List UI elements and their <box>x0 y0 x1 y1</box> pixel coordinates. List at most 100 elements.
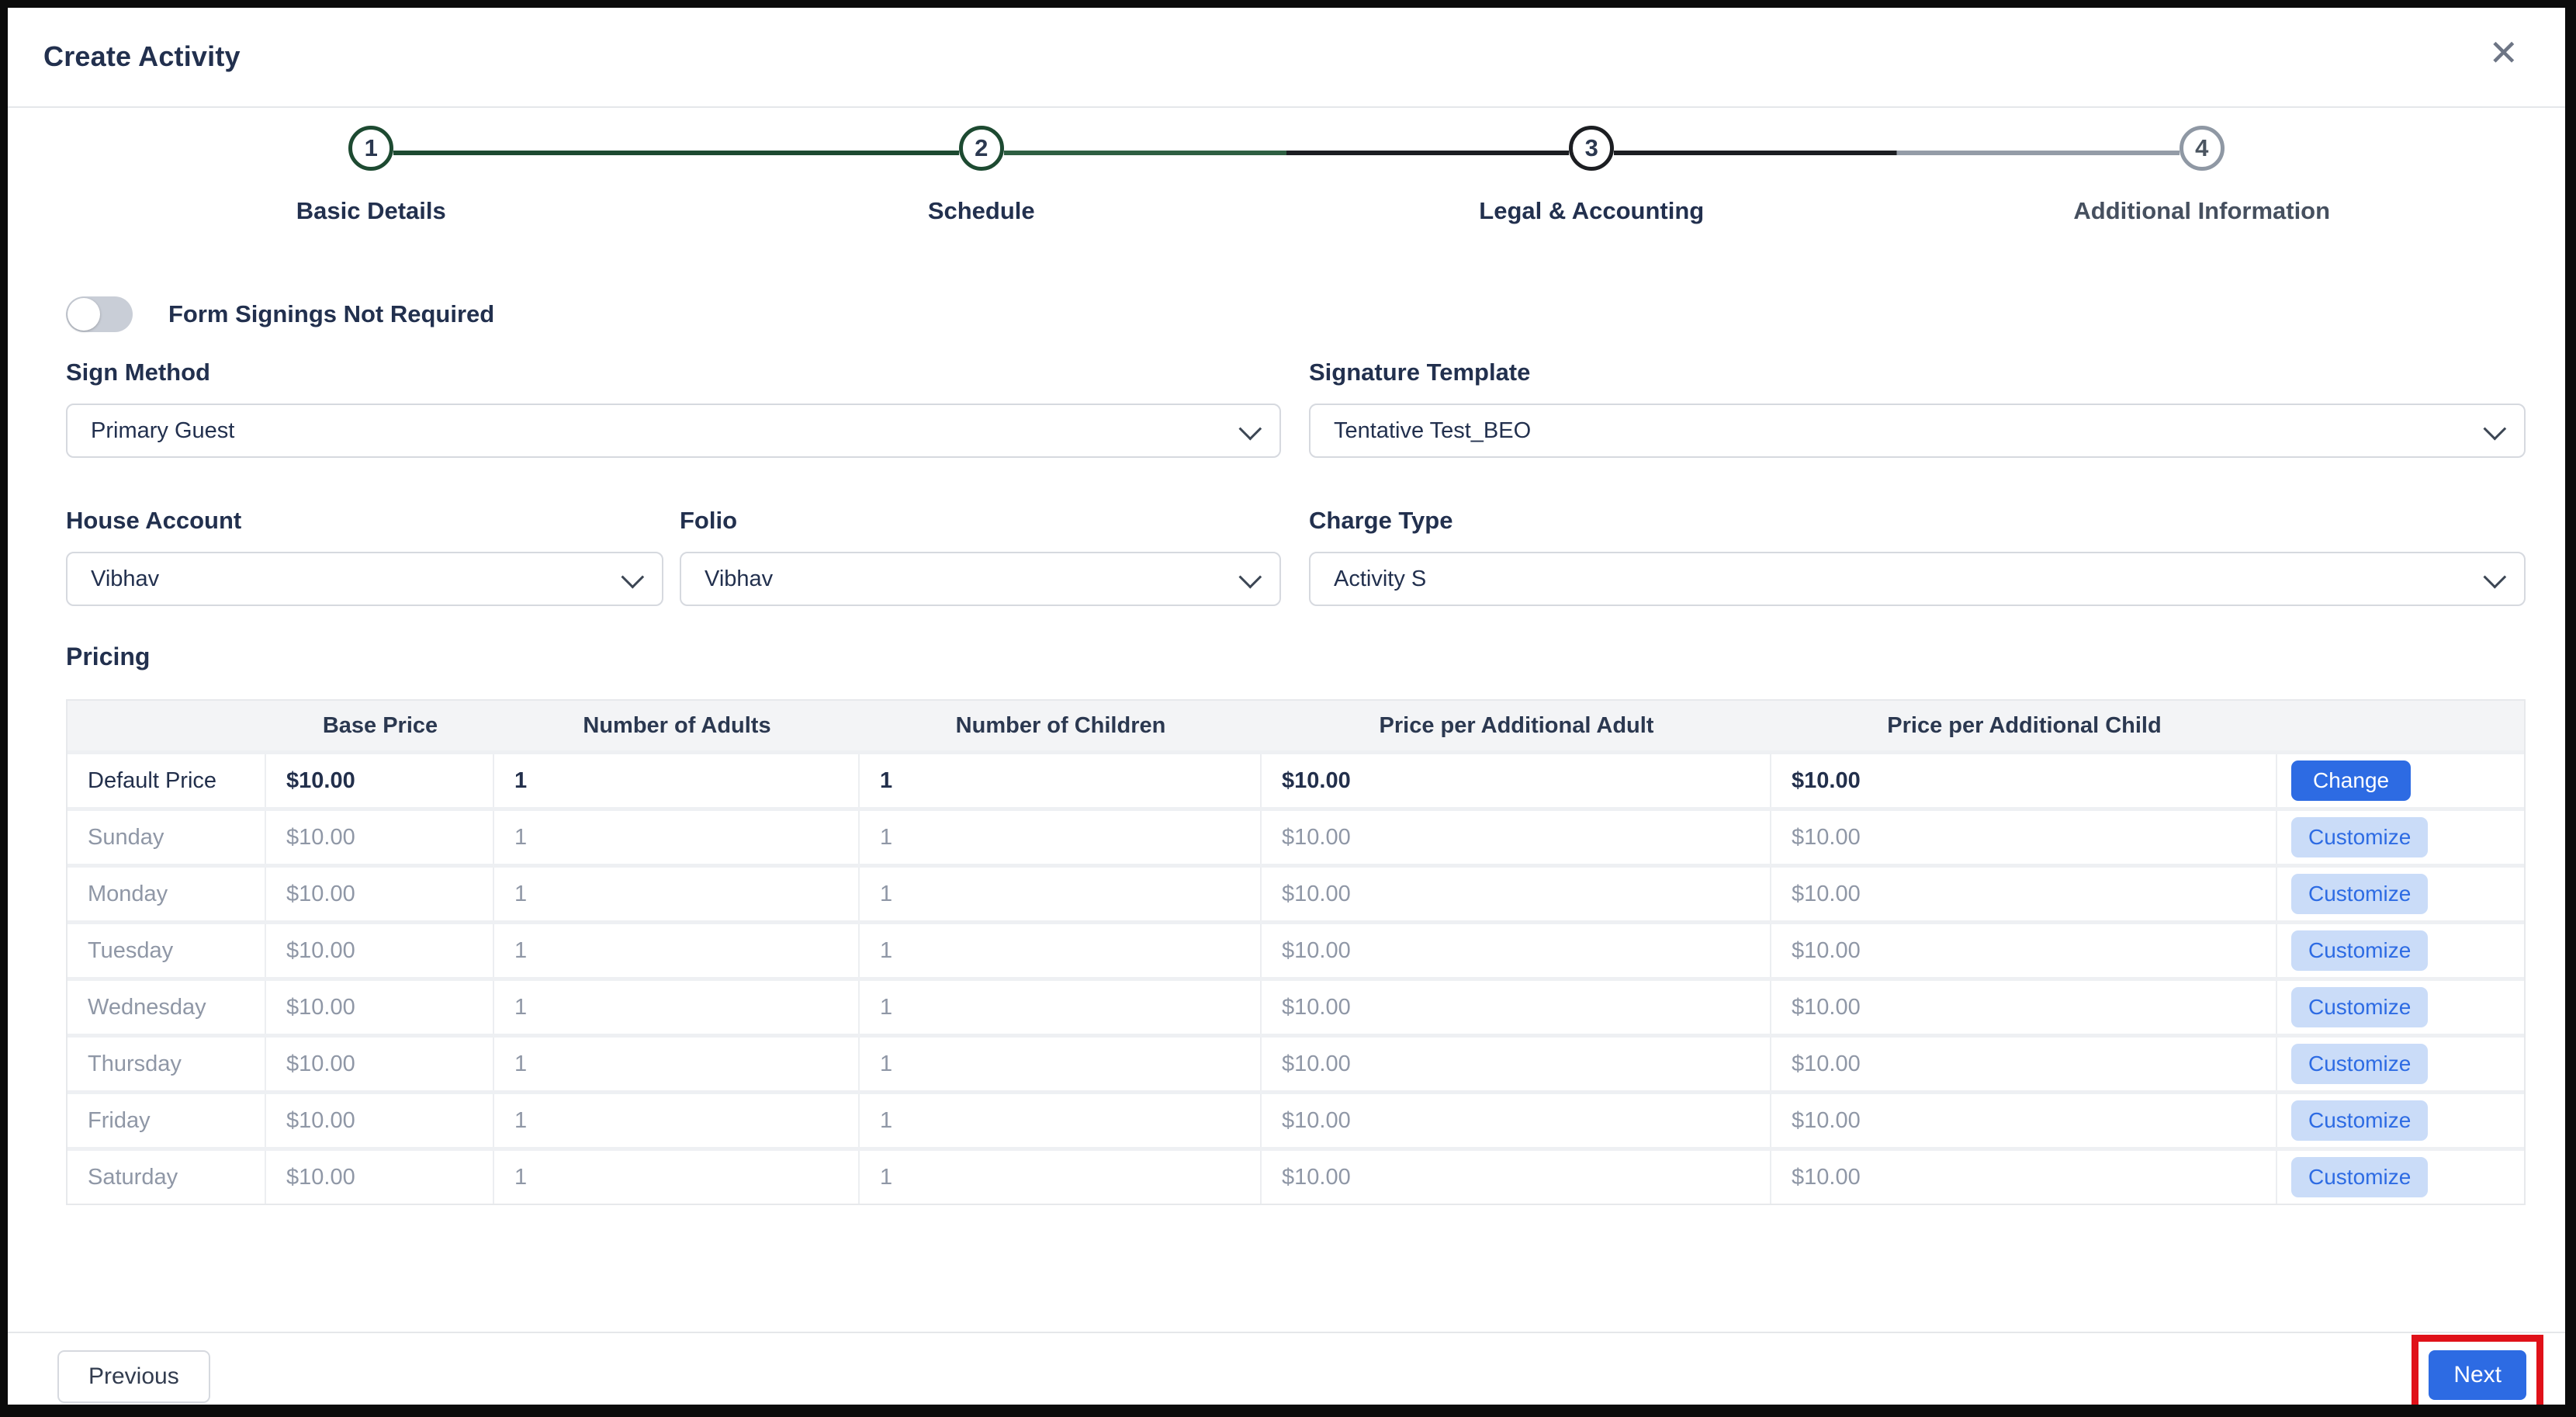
modal-header: Create Activity ✕ <box>8 8 2565 105</box>
pricing-table-body: Default Price $10.00 1 1 $10.00 $10.00 Change S… <box>68 754 2524 1204</box>
row-label: Tuesday <box>68 924 266 977</box>
charge-type-value: Activity S <box>1334 566 1427 591</box>
next-button-highlight-annotation: Next <box>2412 1335 2543 1405</box>
row-value: $10.00 <box>1262 1151 1771 1204</box>
stepper-connector-2 <box>1003 151 1570 155</box>
row-value: $10.00 <box>266 1151 494 1204</box>
row-value: $10.00 <box>266 1094 494 1147</box>
close-icon[interactable]: ✕ <box>2484 34 2523 71</box>
customize-button[interactable]: Customize <box>2291 1100 2429 1141</box>
row-value: 1 <box>860 1038 1262 1090</box>
table-row: Default Price $10.00 1 1 $10.00 $10.00 Change <box>68 754 2524 807</box>
column-header <box>68 701 266 750</box>
row-action-cell: Customize <box>2277 1151 2524 1204</box>
row-value: 1 <box>494 811 860 864</box>
row-value: $10.00 <box>1262 1038 1771 1090</box>
row-label: Monday <box>68 868 266 920</box>
row-value: $10.00 <box>266 811 494 864</box>
row-action-cell: Customize <box>2277 981 2524 1034</box>
table-row: Wednesday $10.00 1 1 $10.00 $10.00 Customize <box>68 981 2524 1034</box>
row-value: 1 <box>494 1094 860 1147</box>
row-value: $10.00 <box>1262 981 1771 1034</box>
folio-value: Vibhav <box>705 566 774 591</box>
charge-type-label: Charge Type <box>1309 507 1453 534</box>
row-value: 1 <box>860 1094 1262 1147</box>
row-value: 1 <box>860 981 1262 1034</box>
column-header-base-price: Base Price <box>322 712 438 738</box>
create-activity-modal: Create Activity ✕ 1 2 3 4 Basic Details … <box>0 0 2576 1417</box>
row-value: $10.00 <box>266 1038 494 1090</box>
step-circle-additional-information[interactable]: 4 <box>2179 126 2225 171</box>
row-value: $10.00 <box>1262 811 1771 864</box>
signature-template-select[interactable]: Tentative Test_BEO <box>1309 404 2526 458</box>
table-row: Friday $10.00 1 1 $10.00 $10.00 Customize <box>68 1094 2524 1147</box>
row-value: $10.00 <box>1771 868 2277 920</box>
row-action-cell: Customize <box>2277 868 2524 920</box>
row-value: $10.00 <box>1771 981 2277 1034</box>
row-value: $10.00 <box>1771 754 2277 807</box>
row-value: $10.00 <box>1771 1038 2277 1090</box>
row-value: 1 <box>860 924 1262 977</box>
row-value: 1 <box>860 868 1262 920</box>
row-value: 1 <box>860 811 1262 864</box>
form-signings-toggle-label: Form Signings Not Required <box>168 300 495 327</box>
row-value: $10.00 <box>1771 1094 2277 1147</box>
step-circle-schedule[interactable]: 2 <box>958 126 1004 171</box>
signature-template-label: Signature Template <box>1309 359 1531 386</box>
sign-method-select[interactable]: Primary Guest <box>66 404 1281 458</box>
pricing-table: Base Price Number of Adults Number of Ch… <box>66 699 2526 1205</box>
row-action-cell: Customize <box>2277 811 2524 864</box>
step-circle-basic-details[interactable]: 1 <box>348 126 394 171</box>
column-header-price-per-additional-child: Price per Additional Child <box>1887 712 2162 738</box>
table-row: Saturday $10.00 1 1 $10.00 $10.00 Customize <box>68 1151 2524 1204</box>
previous-button[interactable]: Previous <box>57 1350 210 1403</box>
stepper-connector-1 <box>393 151 959 155</box>
row-label: Saturday <box>68 1151 266 1204</box>
step-label-schedule: Schedule <box>927 197 1035 224</box>
chevron-down-icon <box>2483 417 2507 441</box>
row-value: 1 <box>494 868 860 920</box>
step-label-additional-information: Additional Information <box>2073 197 2331 224</box>
row-action-cell: Customize <box>2277 1094 2524 1147</box>
table-row: Sunday $10.00 1 1 $10.00 $10.00 Customize <box>68 811 2524 864</box>
house-account-select[interactable]: Vibhav <box>66 552 663 606</box>
row-action-cell: Change <box>2277 754 2524 807</box>
footer-divider <box>8 1332 2565 1333</box>
stepper-connector-3 <box>1614 151 2180 155</box>
customize-button[interactable]: Customize <box>2291 1044 2429 1084</box>
customize-button[interactable]: Customize <box>2291 1157 2429 1197</box>
column-header-number-of-children: Number of Children <box>955 712 1166 738</box>
folio-select[interactable]: Vibhav <box>680 552 1281 606</box>
row-label: Wednesday <box>68 981 266 1034</box>
row-value: 1 <box>494 924 860 977</box>
customize-button[interactable]: Customize <box>2291 874 2429 914</box>
row-action-cell: Customize <box>2277 1038 2524 1090</box>
toggle-knob <box>68 298 100 331</box>
row-value: 1 <box>860 1151 1262 1204</box>
sign-method-label: Sign Method <box>66 359 210 386</box>
row-value: $10.00 <box>1262 868 1771 920</box>
step-label-legal-accounting: Legal & Accounting <box>1479 197 1705 224</box>
row-value: $10.00 <box>1262 924 1771 977</box>
form-signings-toggle[interactable] <box>66 296 133 332</box>
folio-label: Folio <box>680 507 738 534</box>
customize-button[interactable]: Customize <box>2291 987 2429 1027</box>
change-button[interactable]: Change <box>2291 760 2412 801</box>
row-action-cell: Customize <box>2277 924 2524 977</box>
next-button[interactable]: Next <box>2429 1350 2526 1400</box>
customize-button[interactable]: Customize <box>2291 817 2429 857</box>
row-value: $10.00 <box>266 754 494 807</box>
chevron-down-icon <box>621 565 645 589</box>
customize-button[interactable]: Customize <box>2291 930 2429 971</box>
charge-type-select[interactable]: Activity S <box>1309 552 2526 606</box>
row-value: $10.00 <box>1771 1151 2277 1204</box>
table-row: Monday $10.00 1 1 $10.00 $10.00 Customize <box>68 868 2524 920</box>
chevron-down-icon <box>2483 565 2507 589</box>
row-value: 1 <box>494 1038 860 1090</box>
row-label: Friday <box>68 1094 266 1147</box>
row-label: Sunday <box>68 811 266 864</box>
row-label: Thursday <box>68 1038 266 1090</box>
row-value: $10.00 <box>1771 811 2277 864</box>
step-circle-legal-accounting[interactable]: 3 <box>1569 126 1615 171</box>
house-account-label: House Account <box>66 507 242 534</box>
